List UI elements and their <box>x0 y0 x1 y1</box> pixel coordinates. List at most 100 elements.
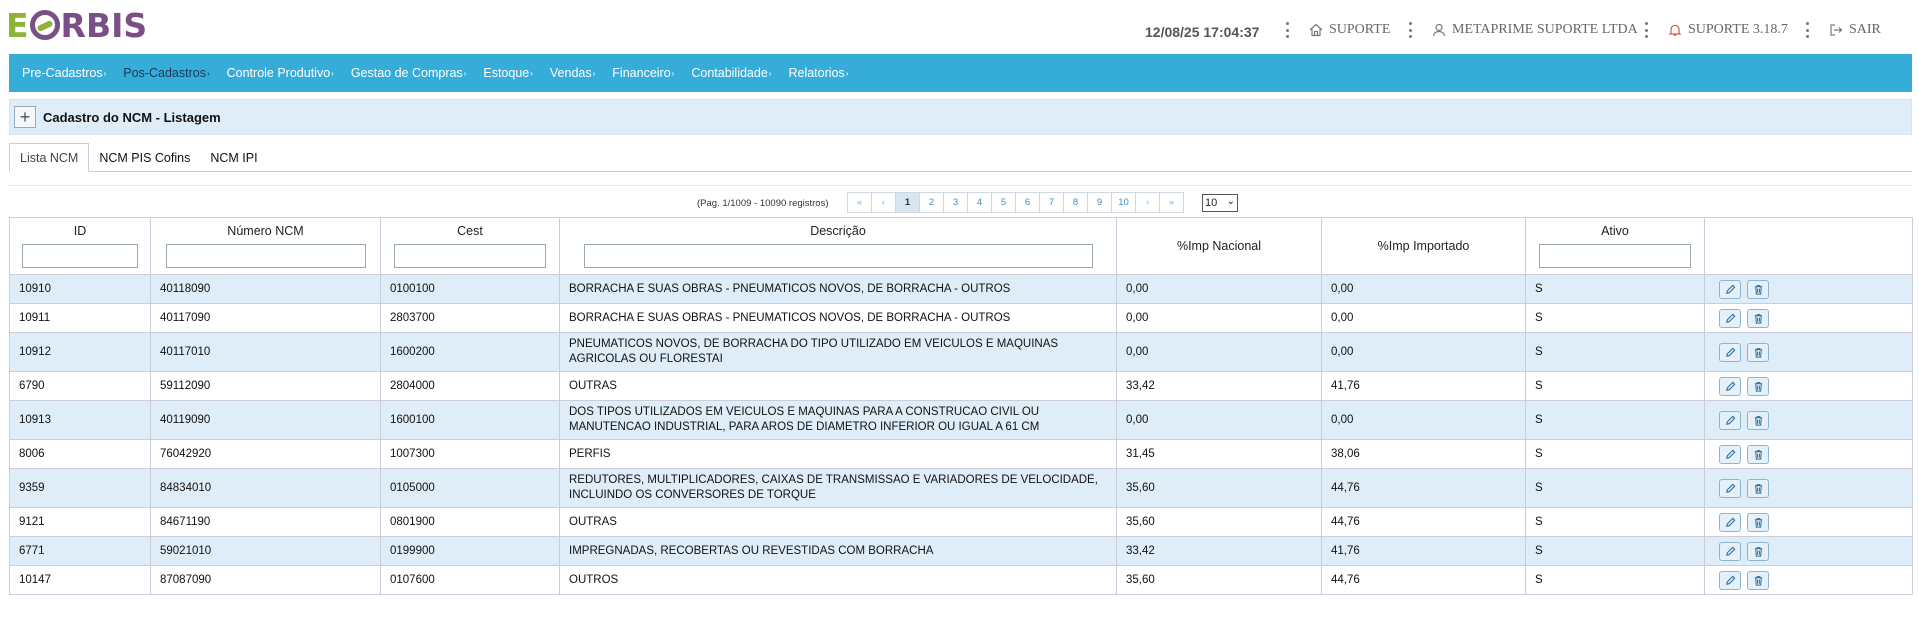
edit-button[interactable] <box>1719 376 1741 396</box>
page-button-1[interactable]: 1 <box>895 192 920 213</box>
tab-lista-ncm[interactable]: Lista NCM <box>9 143 90 172</box>
filter-id-input[interactable] <box>22 244 138 268</box>
tab-ncm-ipi[interactable]: NCM IPI <box>200 143 267 172</box>
cell-descricao: OUTROS <box>559 565 1117 595</box>
menu-label: Vendas <box>549 66 592 80</box>
kebab-menu-icon[interactable] <box>1285 22 1289 38</box>
table-row[interactable]: 10911 40117090 2803700 BORRACHA E SUAS OBRA… <box>9 303 1913 333</box>
page-button-8[interactable]: 8 <box>1063 192 1088 213</box>
cell-ncm: 84671190 <box>150 507 381 537</box>
menu-financeiro[interactable]: Financeiro› <box>612 66 674 80</box>
orbis-logo[interactable]: E RBIS <box>6 6 147 45</box>
kebab-menu-icon[interactable] <box>1805 22 1809 38</box>
edit-button[interactable] <box>1719 444 1741 464</box>
menu-estoque[interactable]: Estoque› <box>483 66 533 80</box>
menu-pre-cadastros[interactable]: Pre-Cadastros› <box>22 66 106 80</box>
edit-button[interactable] <box>1719 279 1741 299</box>
menu-relatorios[interactable]: Relatorios› <box>788 66 848 80</box>
delete-button[interactable] <box>1747 342 1769 362</box>
page-button-5[interactable]: 5 <box>991 192 1016 213</box>
prev-page-button[interactable]: ‹ <box>871 192 896 213</box>
cell-ativo: S <box>1525 468 1705 508</box>
bell-icon <box>1668 24 1682 36</box>
delete-button[interactable] <box>1747 410 1769 430</box>
table-row[interactable]: 6771 59021010 0199900 IMPREGNADAS, RECOBERT… <box>9 536 1913 566</box>
edit-button[interactable] <box>1719 308 1741 328</box>
cell-id: 10147 <box>9 565 151 595</box>
table-row[interactable]: 9121 84671190 0801900 OUTRAS 35,60 44,76 S <box>9 507 1913 537</box>
caret-right-icon: › <box>331 69 334 79</box>
delete-button[interactable] <box>1747 279 1769 299</box>
edit-button[interactable] <box>1719 512 1741 532</box>
page-button-2[interactable]: 2 <box>919 192 944 213</box>
menu-gestao-compras[interactable]: Gestao de Compras› <box>351 66 467 80</box>
edit-button[interactable] <box>1719 570 1741 590</box>
cell-ativo: S <box>1525 303 1705 333</box>
ncm-table: ID Número NCM Cest Descrição %Imp Nacion… <box>9 217 1913 595</box>
user-icon <box>1432 23 1446 37</box>
page-size-select[interactable]: 10 ⌄ <box>1202 194 1238 212</box>
delete-button[interactable] <box>1747 478 1769 498</box>
filter-ativo-input[interactable] <box>1539 244 1691 268</box>
page-button-4[interactable]: 4 <box>967 192 992 213</box>
edit-button[interactable] <box>1719 410 1741 430</box>
row-actions <box>1714 570 1903 590</box>
edit-button[interactable] <box>1719 541 1741 561</box>
cell-imp-nacional: 0,00 <box>1116 332 1322 372</box>
tab-ncm-pis-cofins[interactable]: NCM PIS Cofins <box>89 143 200 172</box>
delete-button[interactable] <box>1747 376 1769 396</box>
page-button-9[interactable]: 9 <box>1087 192 1112 213</box>
caret-right-icon: › <box>530 69 533 79</box>
table-row[interactable]: 9359 84834010 0105000 REDUTORES, MULTIPLICA… <box>9 468 1913 508</box>
edit-button[interactable] <box>1719 478 1741 498</box>
caret-right-icon: › <box>671 69 675 79</box>
menu-controle-produtivo[interactable]: Controle Produtivo› <box>227 66 334 80</box>
page-button-6[interactable]: 6 <box>1015 192 1040 213</box>
delete-button[interactable] <box>1747 512 1769 532</box>
table-row[interactable]: 10910 40118090 0100100 BORRACHA E SUAS OBRA… <box>9 274 1913 304</box>
menu-label: Pre-Cadastros <box>22 66 103 80</box>
table-row[interactable]: 10913 40119090 1600100 DOS TIPOS UTILIZADOS… <box>9 400 1913 440</box>
page-button-7[interactable]: 7 <box>1039 192 1064 213</box>
menu-pos-cadastros[interactable]: Pos-Cadastros› <box>123 66 209 80</box>
kebab-menu-icon[interactable] <box>1408 22 1412 38</box>
delete-button[interactable] <box>1747 541 1769 561</box>
kebab-menu-icon[interactable] <box>1644 22 1648 38</box>
table-row[interactable]: 8006 76042920 1007300 PERFIS 31,45 38,06 S <box>9 439 1913 469</box>
page-button-10[interactable]: 10 <box>1111 192 1136 213</box>
pencil-icon <box>1725 313 1735 323</box>
support-link[interactable]: SUPORTE <box>1309 22 1390 38</box>
notifications-version[interactable]: SUPORTE 3.18.7 <box>1668 22 1788 38</box>
table-row[interactable]: 10912 40117010 1600200 PNEUMATICOS NOVOS, D… <box>9 332 1913 372</box>
top-header: E RBIS 12/08/25 17:04:37 SUPORTE METAPRI… <box>0 0 1919 52</box>
column-header-imp-importado: %Imp Importado <box>1321 217 1526 275</box>
logout-link[interactable]: SAIR <box>1829 22 1881 38</box>
filter-ncm-input[interactable] <box>165 244 366 268</box>
page-button-3[interactable]: 3 <box>943 192 968 213</box>
menu-contabilidade[interactable]: Contabilidade› <box>691 66 771 80</box>
cell-ncm: 40117090 <box>150 303 381 333</box>
company-selector[interactable]: METAPRIME SUPORTE LTDA <box>1432 22 1638 38</box>
version-label: SUPORTE 3.18.7 <box>1688 22 1788 37</box>
cell-descricao: BORRACHA E SUAS OBRAS - PNEUMATICOS NOVO… <box>559 303 1117 333</box>
cell-imp-importado: 41,76 <box>1321 371 1526 401</box>
delete-button[interactable] <box>1747 444 1769 464</box>
cell-cest: 0801900 <box>380 507 560 537</box>
cell-id: 9121 <box>9 507 151 537</box>
add-ncm-button[interactable]: + <box>14 106 36 128</box>
menu-vendas[interactable]: Vendas› <box>550 66 595 80</box>
cell-descricao: REDUTORES, MULTIPLICADORES, CAIXAS DE TR… <box>559 468 1117 508</box>
last-page-button[interactable]: » <box>1159 192 1184 213</box>
cell-cest: 1600200 <box>380 332 560 372</box>
menu-label: Pos-Cadastros <box>123 66 206 80</box>
first-page-button[interactable]: « <box>847 192 872 213</box>
next-page-button[interactable]: › <box>1135 192 1160 213</box>
cell-imp-nacional: 35,60 <box>1116 565 1322 595</box>
delete-button[interactable] <box>1747 308 1769 328</box>
table-row[interactable]: 10147 87087090 0107600 OUTROS 35,60 44,76 S <box>9 565 1913 595</box>
table-row[interactable]: 6790 59112090 2804000 OUTRAS 33,42 41,76 S <box>9 371 1913 401</box>
filter-descricao-input[interactable] <box>583 244 1093 268</box>
filter-cest-input[interactable] <box>394 244 546 268</box>
delete-button[interactable] <box>1747 570 1769 590</box>
edit-button[interactable] <box>1719 342 1741 362</box>
